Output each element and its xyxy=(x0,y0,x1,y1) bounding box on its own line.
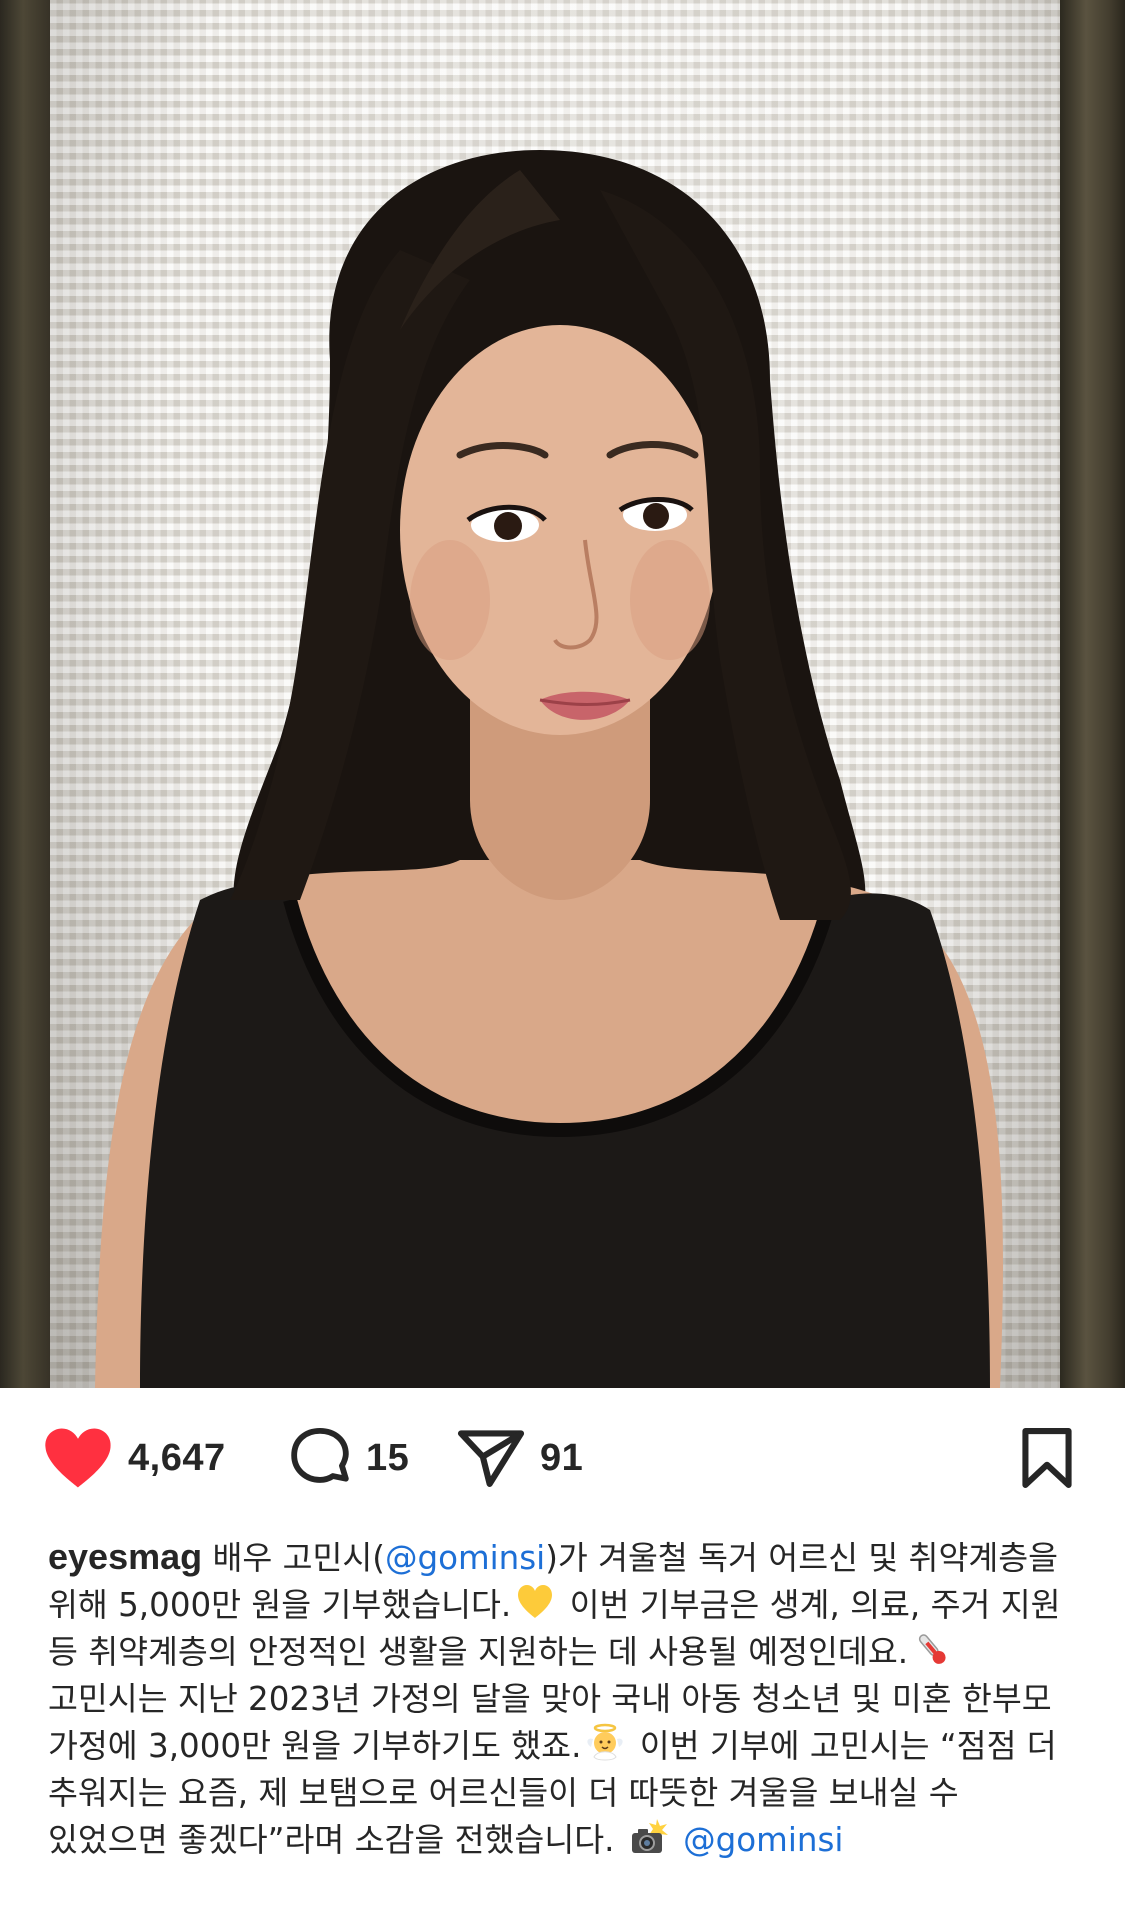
caption-username[interactable]: eyesmag xyxy=(48,1536,202,1577)
comment-button[interactable]: 15 xyxy=(288,1427,410,1488)
comment-bubble-icon xyxy=(291,1427,349,1483)
post-photo[interactable] xyxy=(0,0,1125,1388)
baby-angel-emoji-icon xyxy=(587,1723,624,1761)
camera-flash-emoji-icon xyxy=(631,1819,668,1853)
yellow-heart-emoji-icon xyxy=(518,1585,553,1618)
portrait-figure xyxy=(95,150,1003,1388)
caption-mention[interactable]: @gominsi xyxy=(385,1539,545,1577)
thermometer-emoji-icon xyxy=(918,1634,946,1664)
like-button[interactable]: 4,647 xyxy=(42,1428,226,1488)
comment-count: 15 xyxy=(366,1436,410,1479)
paper-plane-icon xyxy=(457,1430,525,1487)
like-count: 4,647 xyxy=(128,1436,226,1479)
bookmark-button[interactable] xyxy=(1018,1428,1076,1488)
post-action-bar: 4,647 15 91 xyxy=(0,1388,1125,1528)
bookmark-icon xyxy=(1022,1428,1072,1488)
caption-text-1: 배우 고민시( xyxy=(202,1539,385,1577)
share-count: 91 xyxy=(540,1436,584,1479)
caption-credit-mention[interactable]: @gominsi xyxy=(683,1821,843,1859)
heart-filled-icon xyxy=(45,1428,111,1488)
post-caption: eyesmag 배우 고민시(@gominsi)가 겨울철 독거 어르신 및 취… xyxy=(48,1533,1078,1864)
share-button[interactable]: 91 xyxy=(456,1428,583,1488)
